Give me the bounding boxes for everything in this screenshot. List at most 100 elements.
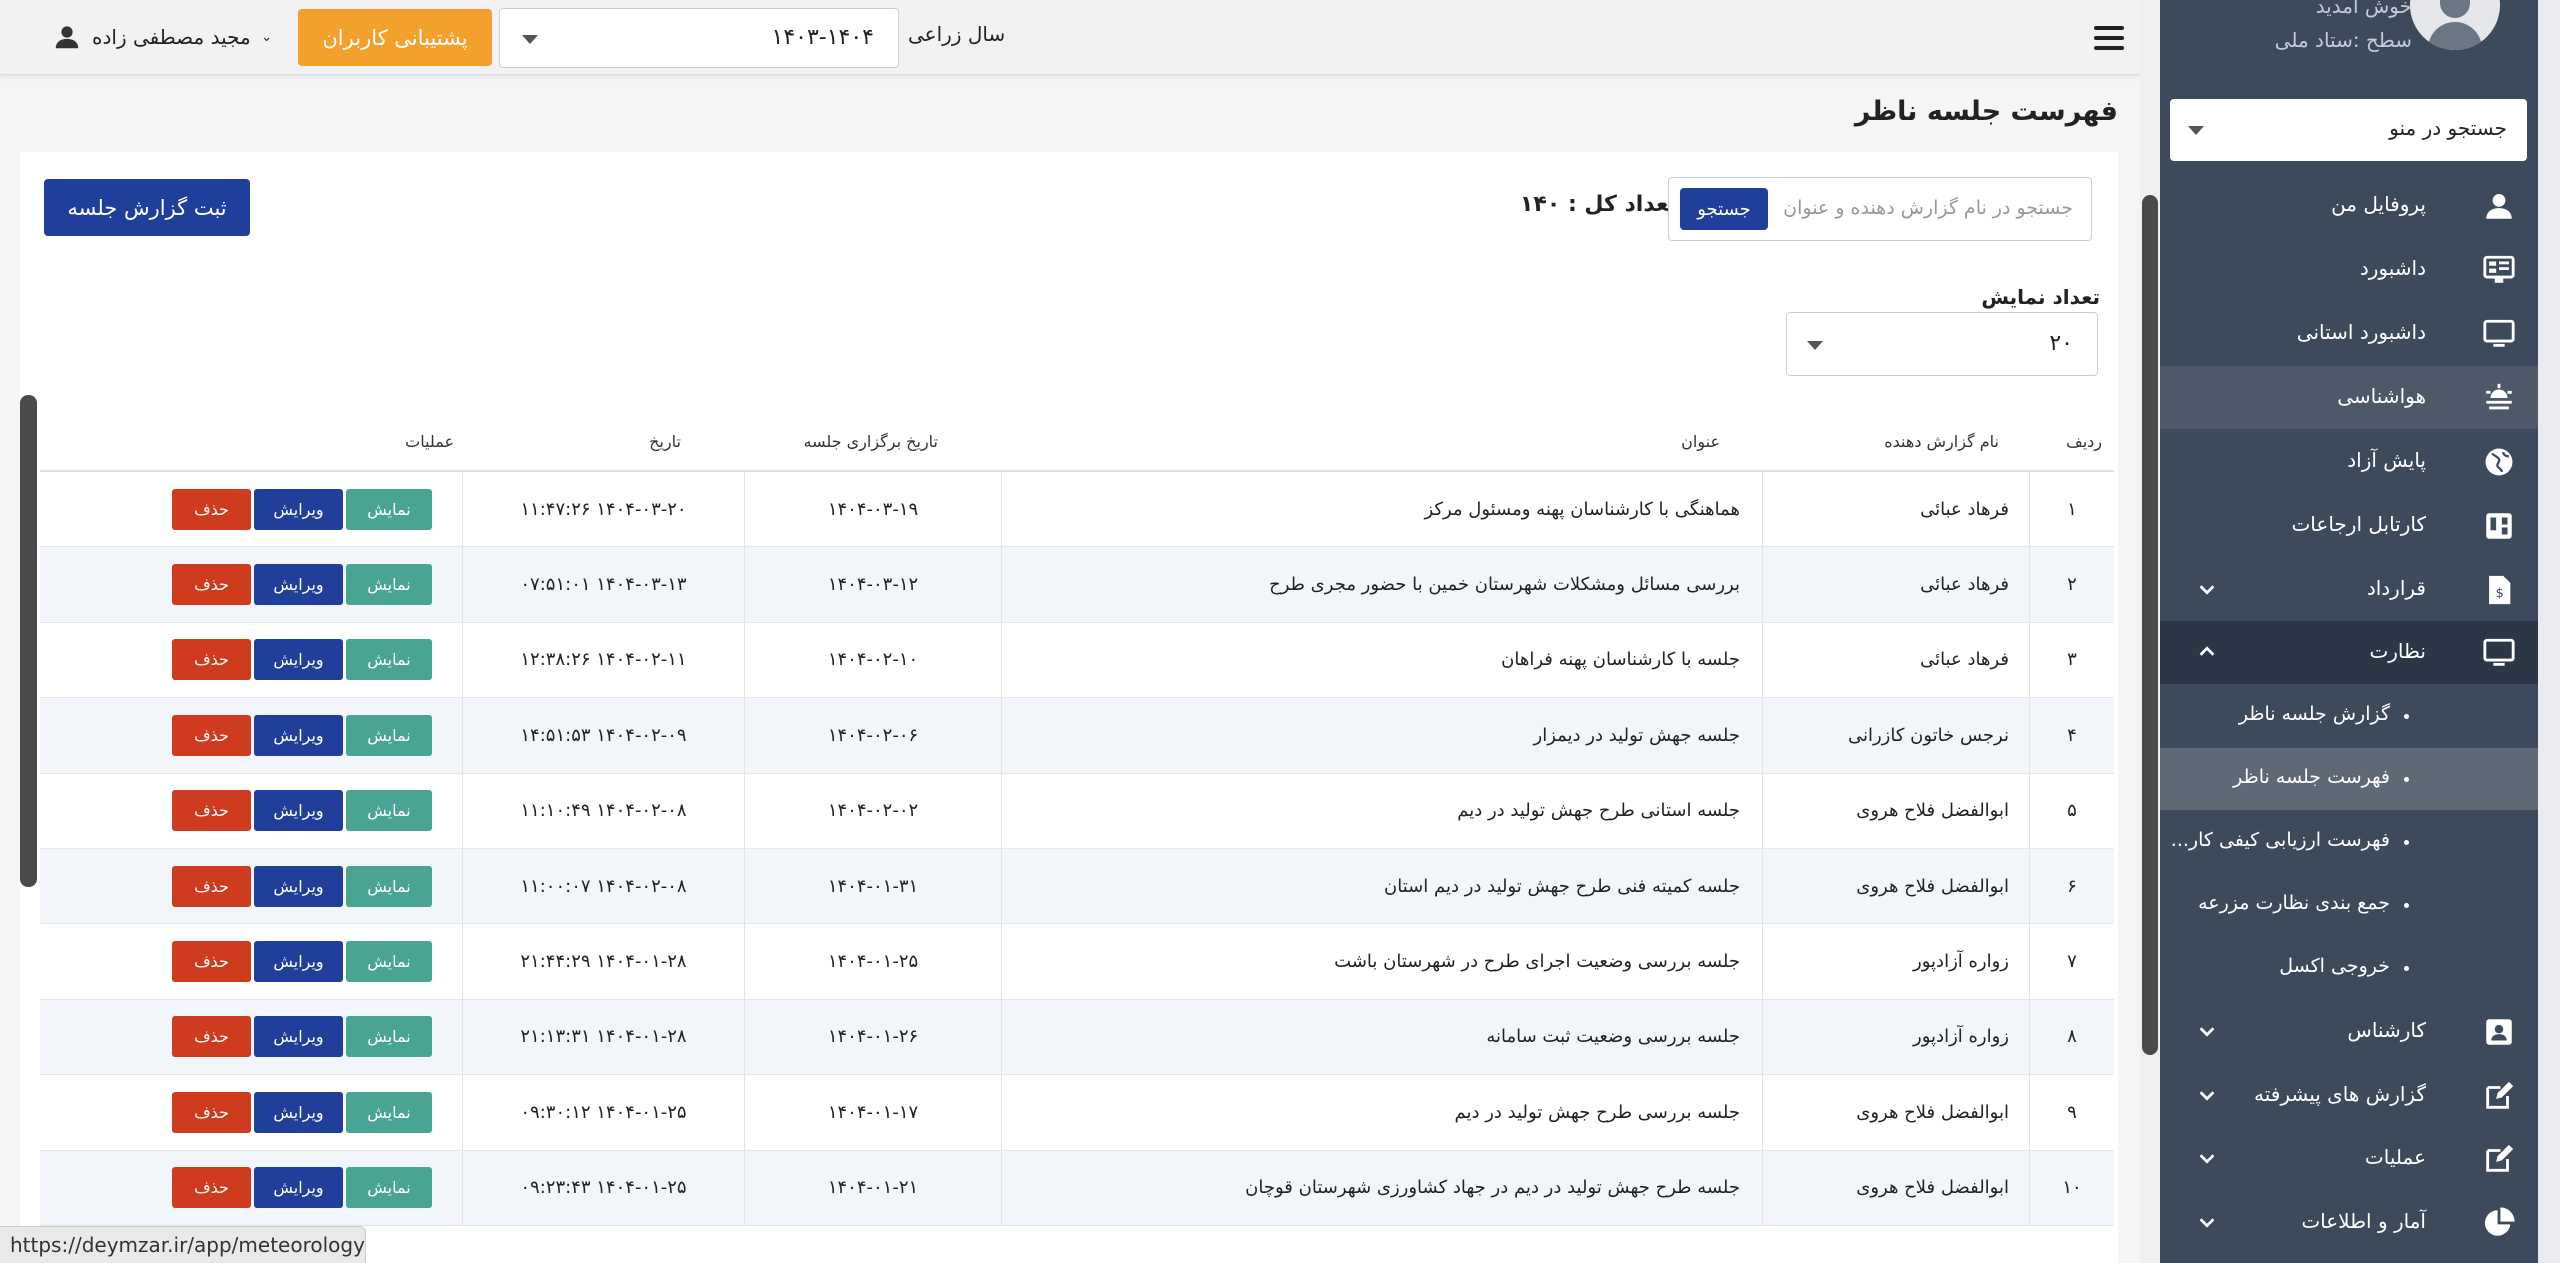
edit-button[interactable]: ویرایش: [254, 1016, 343, 1058]
sidebar-item-dashboard[interactable]: داشبورد: [2160, 238, 2538, 301]
page-scrollbar[interactable]: [2142, 195, 2158, 1055]
sidebar-item-label: عملیات: [2364, 1145, 2426, 1169]
kanban-icon: [2482, 509, 2516, 543]
sidebar-item-referrals[interactable]: کارتابل ارجاعات: [2160, 494, 2538, 557]
delete-button[interactable]: حذف: [172, 865, 251, 907]
cell-meeting-date: ۱۴۰۴-۰۱-۲۱: [744, 1150, 1001, 1225]
cell-date: ۱۴۰۴-۰۲-۰۸ ۱۱:۰۰:۰۷: [462, 848, 744, 924]
sidebar-subitem-quality-evaluation-list[interactable]: فهرست ارزیابی کیفی کار...: [2160, 811, 2538, 873]
sidebar-subitem-meeting-report[interactable]: گزارش جلسه ناظر: [2160, 685, 2538, 747]
cell-ops: حذف ویرایش نمایش: [40, 849, 462, 923]
show-button[interactable]: نمایش: [346, 941, 432, 983]
sidebar-item-operations[interactable]: عملیات: [2160, 1127, 2538, 1190]
support-button[interactable]: پشتیبانی کاربران: [298, 9, 492, 66]
dashboard-icon: [2482, 253, 2516, 287]
sidebar-item-expert[interactable]: کارشناس: [2160, 1000, 2538, 1063]
sidebar-item-provincial-dashboard[interactable]: داشبورد استانی: [2160, 302, 2538, 365]
show-button[interactable]: نمایش: [346, 564, 432, 606]
edit-button[interactable]: ویرایش: [254, 488, 343, 530]
edit-button[interactable]: ویرایش: [254, 941, 343, 983]
search-button[interactable]: جستجو: [1680, 188, 1768, 230]
edit-button[interactable]: ویرایش: [254, 639, 343, 681]
menu-search-select[interactable]: جستجو در منو: [2170, 99, 2527, 161]
cell-reporter: زواره آزادپور: [1762, 999, 2029, 1075]
monitor-icon: [2482, 636, 2516, 670]
show-button[interactable]: نمایش: [346, 488, 432, 530]
sidebar-item-meteorology[interactable]: هواشناسی: [2160, 366, 2538, 429]
show-button[interactable]: نمایش: [346, 865, 432, 907]
delete-button[interactable]: حذف: [172, 714, 251, 756]
cell-title: جلسه طرح جهش تولید در دیم در جهاد کشاورز…: [1001, 1150, 1762, 1225]
chevron-down-icon: [2196, 1084, 2218, 1106]
year-select[interactable]: ۱۴۰۳-۱۴۰۴: [499, 8, 899, 68]
sidebar-item-free-monitoring[interactable]: پایش آزاد: [2160, 430, 2538, 493]
header-index: ردیف: [2066, 432, 2102, 451]
add-meeting-report-button[interactable]: ثبت گزارش جلسه: [44, 179, 250, 236]
page-size-select[interactable]: ۲۰: [1786, 312, 2098, 376]
show-button[interactable]: نمایش: [346, 714, 432, 756]
search-box[interactable]: جستجو در نام گزارش دهنده و عنوان جستجو: [1668, 177, 2092, 241]
cell-meeting-date: ۱۴۰۴-۰۲-۰۶: [744, 698, 1001, 773]
sidebar-item-profile[interactable]: پروفایل من: [2160, 174, 2538, 237]
cell-meeting-date: ۱۴۰۴-۰۲-۱۰: [744, 622, 1001, 698]
chevron-down-icon: [2196, 1147, 2218, 1169]
cell-index: ۲: [2029, 547, 2114, 622]
delete-button[interactable]: حذف: [172, 564, 251, 606]
total-count: تعداد کل : ۱۴۰: [1520, 192, 1677, 217]
show-button[interactable]: نمایش: [346, 790, 432, 832]
cell-ops: حذف ویرایش نمایش: [40, 547, 462, 621]
sidebar-subitem-label: فهرست جلسه ناظر: [2233, 766, 2390, 788]
edit-button[interactable]: ویرایش: [254, 714, 343, 756]
cell-meeting-date: ۱۴۰۴-۰۱-۲۵: [744, 924, 1001, 999]
cell-meeting-date: ۱۴۰۴-۰۳-۱۹: [744, 472, 1001, 547]
table-row: ۱ فرهاد عبائی هماهنگی با کارشناسان پهنه وم…: [40, 472, 2114, 548]
cell-title: جلسه بررسی وضعیت ثبت سامانه: [1001, 999, 1762, 1075]
sidebar-item-supervision[interactable]: نظارت: [2160, 621, 2538, 684]
avatar: [2410, 0, 2500, 50]
delete-button[interactable]: حذف: [172, 488, 251, 530]
sidebar-subitem-meeting-list[interactable]: فهرست جلسه ناظر: [2160, 748, 2538, 810]
delete-button[interactable]: حذف: [172, 941, 251, 983]
delete-button[interactable]: حذف: [172, 1167, 251, 1209]
page-size-value: ۲۰: [2049, 331, 2073, 356]
sidebar-item-statistics[interactable]: آمار و اطلاعات: [2160, 1191, 2538, 1254]
cell-date: ۱۴۰۴-۰۳-۲۰ ۱۱:۴۷:۲۶: [462, 472, 744, 547]
edit-button[interactable]: ویرایش: [254, 865, 343, 907]
cell-meeting-date: ۱۴۰۴-۰۱-۲۶: [744, 999, 1001, 1075]
edit-button[interactable]: ویرایش: [254, 1167, 343, 1209]
cell-index: ۹: [2029, 1075, 2114, 1150]
delete-button[interactable]: حذف: [172, 790, 251, 832]
show-button[interactable]: نمایش: [346, 1167, 432, 1209]
sidebar-subitem-label: گزارش جلسه ناظر: [2238, 703, 2390, 725]
edit-button[interactable]: ویرایش: [254, 564, 343, 606]
show-button[interactable]: نمایش: [346, 639, 432, 681]
edit-button[interactable]: ویرایش: [254, 1091, 343, 1133]
sidebar-item-label: داشبورد: [2359, 256, 2426, 280]
svg-text:$: $: [2496, 586, 2504, 601]
user-menu[interactable]: ⌄ مجید مصطفی زاده: [52, 20, 272, 54]
table-scrollbar[interactable]: [20, 395, 37, 887]
cell-title: جلسه بررسی وضعیت اجرای طرح در شهرستان با…: [1001, 924, 1762, 999]
table-row: ۶ ابوالفضل فلاح هروی جلسه کمیته فنی طرح جه…: [40, 848, 2114, 925]
show-button[interactable]: نمایش: [346, 1016, 432, 1058]
edit-button[interactable]: ویرایش: [254, 790, 343, 832]
chevron-down-icon: ⌄: [260, 29, 273, 45]
delete-button[interactable]: حذف: [172, 639, 251, 681]
table-row: ۳ فرهاد عبائی جلسه با کارشناسان پهنه فراها…: [40, 622, 2114, 699]
delete-button[interactable]: حذف: [172, 1016, 251, 1058]
sidebar-subitem-excel-export[interactable]: خروجی اکسل: [2160, 937, 2538, 999]
cell-reporter: ابوالفضل فلاح هروی: [1762, 773, 2029, 848]
delete-button[interactable]: حذف: [172, 1091, 251, 1133]
sidebar-item-advanced-reports[interactable]: گزارش های پیشرفته: [2160, 1064, 2538, 1127]
page-title: فهرست جلسه ناظر: [1854, 96, 2118, 127]
hamburger-menu-icon[interactable]: [2094, 26, 2124, 50]
search-input[interactable]: جستجو در نام گزارش دهنده و عنوان: [1783, 197, 2073, 219]
header-title: عنوان: [1681, 432, 1720, 451]
header-ops: عملیات: [405, 432, 454, 451]
show-button[interactable]: نمایش: [346, 1091, 432, 1133]
cell-date: ۱۴۰۴-۰۱-۲۵ ۰۹:۲۳:۴۳: [462, 1150, 744, 1225]
sidebar-subitem-farm-supervision-summary[interactable]: جمع بندی نظارت مزرعه: [2160, 874, 2538, 936]
user-name: مجید مصطفی زاده: [92, 25, 251, 49]
sidebar-item-contract[interactable]: $ قرارداد: [2160, 558, 2538, 621]
pie-chart-icon: [2482, 1206, 2516, 1240]
